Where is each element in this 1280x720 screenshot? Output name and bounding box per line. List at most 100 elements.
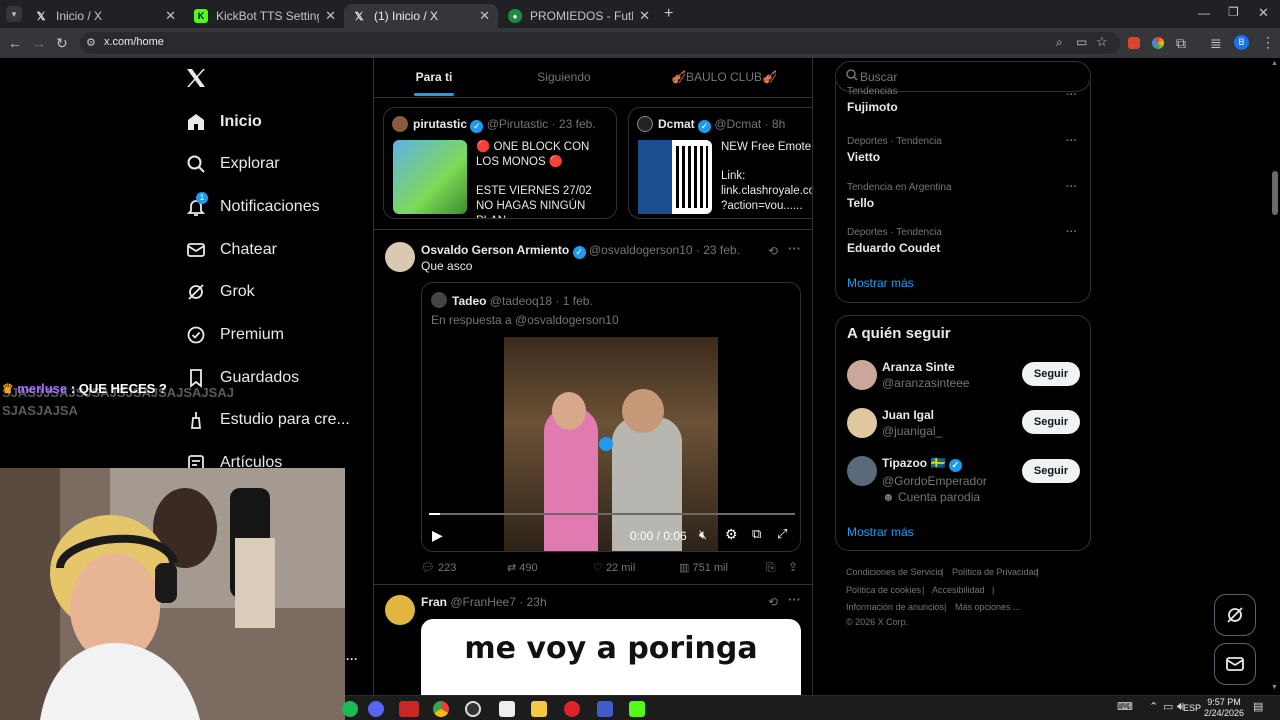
discord-icon[interactable] <box>368 701 384 717</box>
avatar[interactable] <box>847 456 877 486</box>
play-icon[interactable]: ▶ <box>432 527 443 544</box>
more-options-icon[interactable]: ··· <box>788 592 801 607</box>
app-blue-icon[interactable] <box>597 701 613 717</box>
show-more-link[interactable]: Mostrar más <box>847 525 914 539</box>
trend-more-icon[interactable]: ··· <box>1066 135 1077 147</box>
avatar[interactable] <box>847 360 877 390</box>
tab-close-icon[interactable]: ✕ <box>479 8 490 24</box>
chrome-icon[interactable] <box>433 701 449 717</box>
scrollbar-track[interactable]: ▲ ▼ <box>1270 58 1280 695</box>
follow-button[interactable]: Seguir <box>1022 362 1080 386</box>
tab-siguiendo[interactable]: Siguiendo <box>504 58 624 98</box>
browser-tab[interactable]: ● PROMIEDOS - Futbol Argentino ✕ <box>500 4 658 28</box>
avatar[interactable] <box>847 408 877 438</box>
clock[interactable]: 9:57 PM 2/24/2026 <box>1203 697 1245 718</box>
notification-center-icon[interactable]: ▤ <box>1253 700 1263 713</box>
minimize-icon[interactable]: — <box>1198 6 1210 20</box>
nav-item-chatear[interactable]: Chatear <box>186 233 277 267</box>
nav-item-premium[interactable]: Premium <box>186 318 284 352</box>
browser-tab-active[interactable]: 𝕏 (1) Inicio / X ✕ <box>344 4 498 28</box>
post-image[interactable]: me voy a poringa <box>421 619 801 695</box>
repost-button[interactable]: ⇄ 490 <box>507 561 538 574</box>
messages-float-button[interactable] <box>1214 643 1256 685</box>
avatar[interactable] <box>385 242 415 272</box>
nav-more-icon[interactable]: ··· <box>346 652 358 666</box>
opera-icon[interactable] <box>564 701 580 717</box>
trend-more-icon[interactable]: ··· <box>1066 226 1077 238</box>
show-more-link[interactable]: Mostrar más <box>847 276 914 290</box>
kick-icon[interactable] <box>629 701 645 717</box>
chrome-menu-icon[interactable]: ⋮ <box>1261 35 1275 49</box>
post[interactable]: Osvaldo Gerson Armiento ✓ @osvaldogerson… <box>374 229 812 584</box>
follow-suggestion[interactable]: Aranza Sinte @aranzasinteee <box>882 360 1022 390</box>
nav-item-explorar[interactable]: Explorar <box>186 147 280 181</box>
footer-link[interactable]: Accesibilidad <box>932 585 985 595</box>
network-icon[interactable]: ▭ <box>1163 700 1173 713</box>
tab-close-icon[interactable]: ✕ <box>165 8 176 24</box>
nav-item-inicio[interactable]: Inicio <box>186 105 262 139</box>
forward-icon[interactable]: → <box>32 36 46 50</box>
grok-action-icon[interactable]: ⟲ <box>768 595 778 609</box>
nav-item-grok[interactable]: Grok <box>186 275 255 309</box>
keyboard-layout-icon[interactable]: ⌨ <box>1117 700 1133 713</box>
profile-avatar[interactable]: B <box>1234 35 1249 50</box>
follow-suggestion[interactable]: Juan Igal @juanigal_ <box>882 408 1022 438</box>
tab-close-icon[interactable]: ✕ <box>639 8 650 24</box>
share-button[interactable]: ⇪ <box>788 560 798 574</box>
reload-icon[interactable]: ↻ <box>56 36 68 50</box>
window-close-icon[interactable]: ✕ <box>1258 5 1269 21</box>
extension-color-icon[interactable] <box>1152 37 1164 49</box>
bookmark-button[interactable]: ⎘ <box>766 560 776 575</box>
address-bar[interactable]: ⚙ x.com/home ⌕ ▭ ☆ <box>80 32 1120 54</box>
cast-icon[interactable]: ▭ <box>1076 35 1087 49</box>
restore-icon[interactable]: ❐ <box>1228 5 1239 19</box>
tab-baulo-club[interactable]: 🎻BAULO CLUB🎻 <box>654 58 794 98</box>
reply-button[interactable]: 💬︎ 223 <box>421 561 456 574</box>
footer-link[interactable]: Información de anuncios <box>846 602 944 612</box>
obs-icon[interactable] <box>465 701 481 717</box>
scroll-up-icon[interactable]: ▲ <box>1271 60 1278 67</box>
browser-tab[interactable]: 𝕏 Inicio / X ✕ <box>26 4 184 28</box>
video-progress-track[interactable] <box>429 513 795 515</box>
extension-red-icon[interactable] <box>1128 37 1140 49</box>
tray-chevron-icon[interactable]: ⌃ <box>1149 700 1158 713</box>
trend-item[interactable]: Tendencia en Argentina Tello <box>847 182 1077 210</box>
post[interactable]: Fran @FranHee7 · 23h ⟲ ··· me voy a pori… <box>374 584 812 695</box>
trend-item[interactable]: Deportes · Tendencia Eduardo Coudet <box>847 227 1077 255</box>
footer-link[interactable]: Condiciones de Servicio <box>846 567 943 577</box>
more-options-icon[interactable]: ··· <box>788 241 801 256</box>
views-button[interactable]: ▥ 751 mil <box>679 561 728 574</box>
avatar[interactable] <box>385 595 415 625</box>
app-red-icon[interactable] <box>399 701 419 717</box>
new-tab-button[interactable]: + <box>664 5 673 23</box>
site-info-icon[interactable]: ⚙ <box>86 36 96 49</box>
follow-button[interactable]: Seguir <box>1022 459 1080 483</box>
tab-search-button[interactable]: ▾ <box>6 6 22 22</box>
trend-more-icon[interactable]: ··· <box>1066 181 1077 193</box>
footer-link[interactable]: Más opciones ... <box>955 602 1021 612</box>
scroll-down-icon[interactable]: ▼ <box>1271 684 1278 691</box>
follow-button[interactable]: Seguir <box>1022 410 1080 434</box>
language-indicator[interactable]: ESP <box>1183 703 1201 713</box>
nav-item-notificaciones[interactable]: 1 Notificaciones <box>186 190 320 224</box>
back-icon[interactable]: ← <box>8 36 22 50</box>
grok-float-button[interactable] <box>1214 594 1256 636</box>
carousel-card[interactable]: pirutastic ✓ @Pirutastic · 23 feb. 🔴 ONE… <box>383 107 617 219</box>
trend-item[interactable]: Tendencias Fujimoto <box>847 86 1077 114</box>
browser-tab[interactable]: K KickBot TTS Settings ✕ <box>186 4 344 28</box>
app-white-icon[interactable] <box>499 701 515 717</box>
scrollbar-thumb[interactable] <box>1272 171 1278 215</box>
footer-link[interactable]: Política de Privacidad <box>952 567 1039 577</box>
trend-more-icon[interactable]: ··· <box>1066 89 1077 101</box>
zoom-icon[interactable]: ⌕ <box>1056 35 1063 50</box>
file-explorer-icon[interactable] <box>531 701 547 717</box>
video-player[interactable]: ▶ 0:00 / 0:06 🔇︎ ⚙ ⧉ ⤢ <box>422 337 800 551</box>
tab-close-icon[interactable]: ✕ <box>325 8 336 24</box>
trend-item[interactable]: Deportes · Tendencia Vietto <box>847 136 1077 164</box>
settings-icon[interactable]: ⚙ <box>725 526 738 543</box>
x-logo[interactable] <box>184 66 208 90</box>
mute-icon[interactable]: 🔇︎ <box>699 527 707 543</box>
footer-link[interactable]: Política de cookies <box>846 585 921 595</box>
quoted-post[interactable]: Tadeo @tadeoq18 · 1 feb. En respuesta a … <box>421 282 801 552</box>
fullscreen-icon[interactable]: ⤢ <box>777 526 787 542</box>
